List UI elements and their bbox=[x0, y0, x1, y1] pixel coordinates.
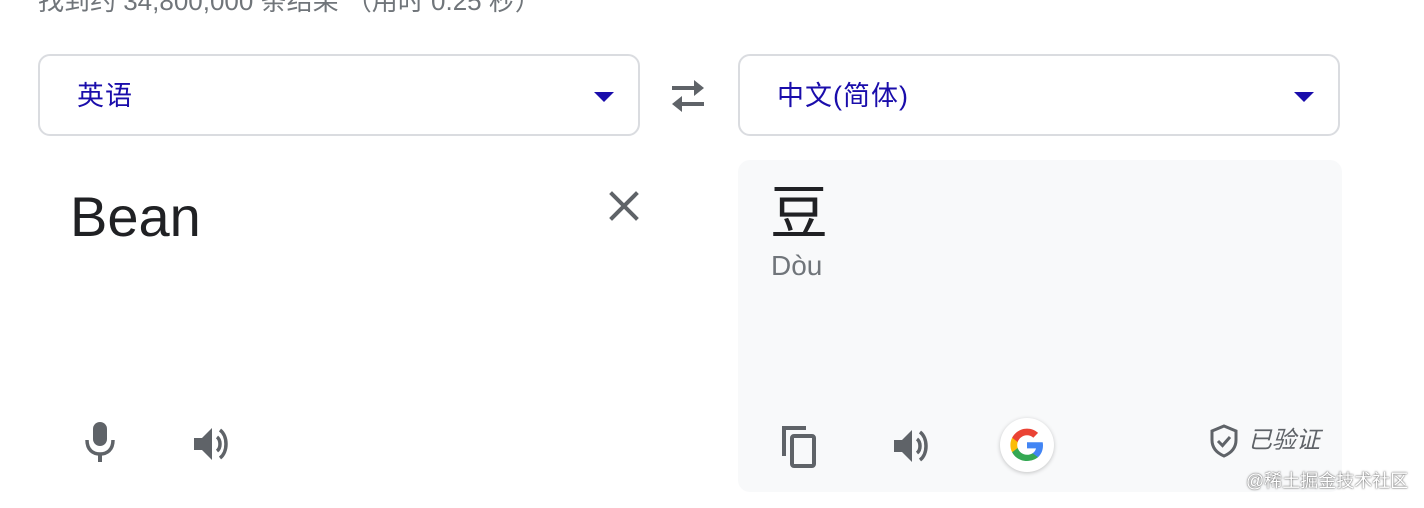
result-stats: 找到约 34,800,000 条结果 （用时 0.25 秒） bbox=[38, 0, 541, 16]
swap-languages-button[interactable] bbox=[664, 76, 712, 116]
volume-icon bbox=[894, 430, 928, 462]
clear-source-button[interactable] bbox=[604, 186, 644, 226]
watermark: @稀土掘金技术社区 bbox=[1246, 471, 1409, 491]
close-icon bbox=[609, 191, 639, 221]
translate-widget: 找到约 34,800,000 条结果 （用时 0.25 秒） 英语 中文(简体)… bbox=[0, 0, 1424, 508]
target-language-label: 中文(简体) bbox=[777, 81, 909, 111]
swap-horiz-icon bbox=[672, 80, 704, 112]
listen-source-button[interactable] bbox=[190, 422, 234, 466]
volume-icon bbox=[194, 428, 228, 460]
mic-icon bbox=[85, 422, 115, 462]
target-language-select[interactable]: 中文(简体) bbox=[738, 54, 1340, 136]
translated-text: 豆 bbox=[770, 179, 829, 247]
voice-input-button[interactable] bbox=[78, 420, 122, 464]
copy-icon bbox=[782, 426, 816, 468]
source-text-input[interactable]: Bean bbox=[70, 186, 201, 248]
source-language-label: 英语 bbox=[77, 81, 133, 111]
chevron-down-icon bbox=[1294, 92, 1314, 102]
verified-label: 已验证 bbox=[1248, 427, 1320, 454]
open-google-translate-button[interactable] bbox=[1000, 418, 1054, 472]
translation-output-panel: 豆 Dòu 已验证 bbox=[738, 160, 1342, 492]
google-g-icon bbox=[1010, 428, 1043, 461]
chevron-down-icon bbox=[594, 92, 614, 102]
source-language-select[interactable]: 英语 bbox=[38, 54, 640, 136]
shield-check-icon bbox=[1210, 424, 1238, 458]
listen-translation-button[interactable] bbox=[890, 424, 934, 468]
translation-pinyin: Dòu bbox=[771, 250, 823, 281]
copy-translation-button[interactable] bbox=[778, 422, 822, 470]
